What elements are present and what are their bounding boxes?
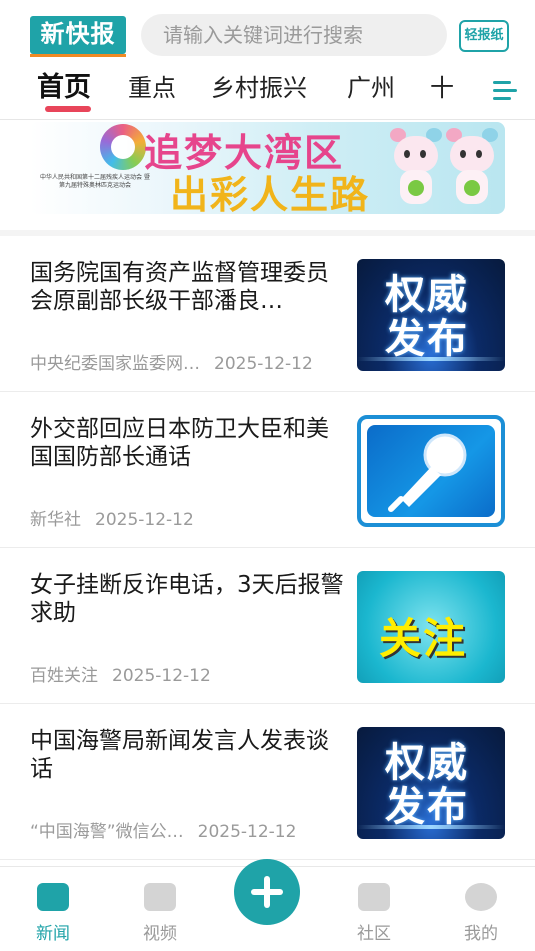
news-source: 中央纪委国家监委网…: [30, 354, 200, 374]
news-date: 2025-12-12: [197, 822, 297, 842]
news-date: 2025-12-12: [95, 510, 194, 530]
nav-label: 社区: [357, 924, 391, 944]
news-source: “中国海警”微信公…: [30, 822, 184, 842]
banner-headline-2: 出彩人生路: [170, 173, 371, 214]
thumbnail-label: 权威发布: [385, 740, 469, 830]
nav-profile[interactable]: 我的: [451, 883, 511, 944]
video-icon: [144, 883, 176, 911]
news-list-item[interactable]: 中国海警局新闻发言人发表谈话 “中国海警”微信公… 2025-12-12 权威发布: [0, 705, 535, 860]
microphone-icon: [388, 433, 467, 512]
news-meta: 中央纪委国家监委网… 2025-12-12: [30, 349, 313, 374]
news-title: 中国海警局新闻发言人发表谈话: [30, 728, 329, 782]
profile-icon: [465, 883, 497, 911]
tab-key[interactable]: 重点: [128, 70, 176, 106]
news-title: 外交部回应日本防卫大臣和美国国防部长通话: [30, 416, 329, 470]
news-meta: 新华社 2025-12-12: [30, 505, 194, 530]
games-emblem-icon: [100, 124, 146, 170]
nav-news[interactable]: 新闻: [23, 883, 83, 944]
tab-home[interactable]: 首页: [37, 70, 91, 106]
news-thumbnail: [357, 415, 505, 527]
mascot-icon: [388, 128, 444, 208]
promo-banner[interactable]: 中华人民共和国第十二届残疾人运动会 暨第九届特殊奥林匹克运动会 追梦大湾区 出彩…: [30, 122, 505, 214]
news-list-item[interactable]: 女子挂断反诈电话，3天后报警求助 百姓关注 2025-12-12 关注: [0, 549, 535, 704]
news-date: 2025-12-12: [214, 354, 313, 374]
app-header: 新快报 请输入关键词进行搜索 轻报纸: [0, 0, 535, 70]
nav-community[interactable]: 社区: [344, 883, 404, 944]
banner-small-text: 中华人民共和国第十二届残疾人运动会 暨第九届特殊奥林匹克运动会: [40, 174, 150, 189]
news-title: 国务院国有资产监督管理委员会原副部长级干部潘良…: [30, 260, 329, 314]
news-title: 女子挂断反诈电话，3天后报警求助: [30, 572, 344, 626]
nav-label: 视频: [143, 924, 177, 944]
news-date: 2025-12-12: [112, 666, 211, 686]
publish-plus-button[interactable]: [234, 859, 300, 925]
news-thumbnail: 权威发布: [357, 727, 505, 839]
thumbnail-label: 权威发布: [385, 272, 469, 362]
nav-video[interactable]: 视频: [130, 883, 190, 944]
community-icon: [358, 883, 390, 911]
news-list-item[interactable]: 国务院国有资产监督管理委员会原副部长级干部潘良… 中央纪委国家监委网… 2025-…: [0, 237, 535, 392]
news-meta: 百姓关注 2025-12-12: [30, 661, 211, 686]
mascot-icon: [444, 128, 500, 208]
news-thumbnail: 关注: [357, 571, 505, 683]
tab-more[interactable]: 十: [430, 70, 454, 106]
light-paper-button[interactable]: 轻报纸: [459, 20, 509, 52]
tab-guangzhou[interactable]: 广州: [347, 70, 395, 106]
nav-label: 新闻: [36, 924, 70, 944]
bottom-navigation: 新闻 视频 社区 我的: [0, 859, 535, 951]
news-source: 新华社: [30, 510, 81, 530]
news-source: 百姓关注: [30, 666, 98, 686]
search-input[interactable]: 请输入关键词进行搜索: [141, 14, 447, 56]
news-thumbnail: 权威发布: [357, 259, 505, 371]
nav-label: 我的: [464, 924, 498, 944]
category-tabs: 首页 重点 乡村振兴 广州 十: [0, 70, 535, 120]
tab-rural[interactable]: 乡村振兴: [211, 70, 307, 106]
section-divider: [0, 230, 535, 236]
news-icon: [37, 883, 69, 911]
app-logo[interactable]: 新快报: [30, 16, 126, 57]
thumbnail-label: 关注: [379, 614, 468, 663]
news-meta: “中国海警”微信公… 2025-12-12: [30, 817, 296, 842]
active-tab-indicator: [45, 106, 91, 112]
news-list-item[interactable]: 外交部回应日本防卫大臣和美国国防部长通话 新华社 2025-12-12: [0, 393, 535, 548]
tab-menu-icon[interactable]: [453, 70, 535, 118]
